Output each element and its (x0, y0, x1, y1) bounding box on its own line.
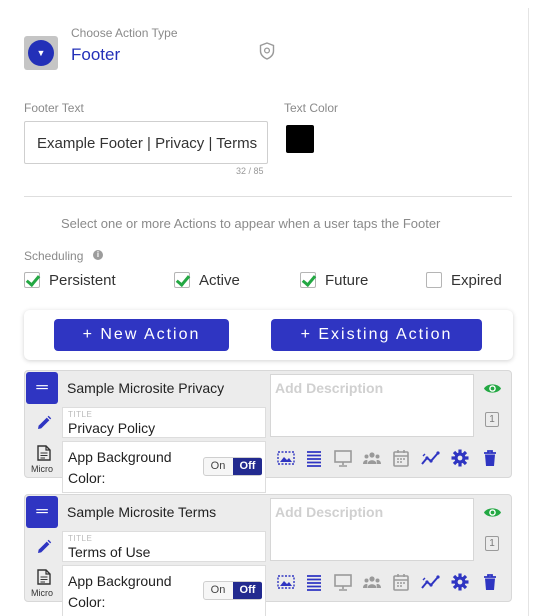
document-icon[interactable] (37, 569, 51, 585)
app-background-setting: App Background Color: On Off (62, 565, 266, 616)
panel-divider (528, 8, 529, 616)
users-icon[interactable] (362, 572, 382, 592)
scheduling-label: Scheduling (24, 249, 84, 263)
order-number[interactable]: 1 (485, 412, 499, 427)
background-color-toggle[interactable]: On Off (203, 457, 262, 476)
checkbox-expired[interactable]: Expired (426, 271, 502, 289)
shield-icon[interactable] (259, 42, 275, 60)
eye-icon[interactable] (483, 506, 502, 519)
drag-handle-icon[interactable]: ═ (26, 372, 58, 404)
image-icon[interactable] (276, 448, 296, 468)
checkbox-label: Persistent (49, 271, 116, 289)
micro-label: Micro (31, 588, 53, 598)
toggle-on[interactable]: On (204, 582, 232, 599)
title-field[interactable]: TITLE Privacy Policy (62, 407, 266, 438)
image-icon[interactable] (276, 572, 296, 592)
description-field[interactable]: Add Description (270, 374, 474, 437)
calendar-icon[interactable] (391, 572, 411, 592)
calendar-icon[interactable] (391, 448, 411, 468)
footer-text-input[interactable]: Example Footer | Privacy | Terms (24, 121, 268, 164)
trash-icon[interactable] (480, 448, 500, 468)
checkbox-future[interactable]: Future (300, 271, 368, 289)
action-button-bar: + New Action + Existing Action (24, 310, 513, 360)
app-background-label: App Background Color: (68, 573, 172, 610)
list-icon[interactable] (304, 448, 324, 468)
card-name: Sample Microsite Terms (67, 504, 217, 520)
action-type-value[interactable]: Footer (71, 45, 120, 65)
card-toolbar (276, 572, 506, 592)
list-icon[interactable] (304, 572, 324, 592)
text-color-swatch[interactable] (286, 125, 314, 153)
checkbox-label: Expired (451, 271, 502, 289)
info-icon[interactable]: i (93, 250, 103, 260)
monitor-icon[interactable] (333, 448, 353, 468)
gear-icon[interactable] (450, 448, 470, 468)
analytics-icon[interactable] (420, 448, 440, 468)
description-field[interactable]: Add Description (270, 498, 474, 561)
text-color-label: Text Color (284, 101, 339, 115)
footer-text-label: Footer Text (24, 101, 84, 115)
checkbox-label: Future (325, 271, 369, 289)
action-type-label: Choose Action Type (71, 26, 178, 40)
users-icon[interactable] (362, 448, 382, 468)
title-field-value: Privacy Policy (68, 420, 156, 436)
check-icon[interactable] (174, 272, 190, 288)
divider (24, 196, 512, 197)
pencil-icon[interactable] (36, 539, 52, 555)
background-color-toggle[interactable]: On Off (203, 581, 262, 600)
checkbox-active[interactable]: Active (174, 271, 240, 289)
order-number[interactable]: 1 (485, 536, 499, 551)
action-card: ═ Sample Microsite Terms Micro TITLE Ter… (24, 494, 512, 616)
action-card: ═ Sample Microsite Privacy Micro TITLE P… (24, 370, 512, 493)
app-background-label: App Background Color: (68, 449, 172, 486)
toggle-off[interactable]: Off (233, 458, 262, 475)
existing-action-button[interactable]: + Existing Action (271, 319, 482, 351)
pencil-icon[interactable] (36, 415, 52, 431)
gear-icon[interactable] (450, 572, 470, 592)
title-field-value: Terms of Use (68, 544, 151, 560)
checkbox-box[interactable] (426, 272, 442, 288)
toggle-off[interactable]: Off (233, 582, 262, 599)
chevron-down-icon: ▼ (28, 40, 54, 66)
title-field-label: TITLE (68, 410, 93, 419)
app-background-setting: App Background Color: On Off (62, 441, 266, 493)
trash-icon[interactable] (480, 572, 500, 592)
action-type-icon[interactable]: ▼ (24, 36, 58, 70)
eye-icon[interactable] (483, 382, 502, 395)
micro-label: Micro (31, 464, 53, 474)
title-field-label: TITLE (68, 534, 93, 543)
checkbox-persistent[interactable]: Persistent (24, 271, 116, 289)
card-toolbar (276, 448, 506, 468)
analytics-icon[interactable] (420, 572, 440, 592)
document-icon[interactable] (37, 445, 51, 461)
checkbox-label: Active (199, 271, 240, 289)
monitor-icon[interactable] (333, 572, 353, 592)
check-icon[interactable] (24, 272, 40, 288)
new-action-button[interactable]: + New Action (54, 319, 229, 351)
title-field[interactable]: TITLE Terms of Use (62, 531, 266, 562)
helper-text: Select one or more Actions to appear whe… (61, 216, 441, 231)
drag-handle-icon[interactable]: ═ (26, 496, 58, 528)
check-icon[interactable] (300, 272, 316, 288)
char-counter: 32 / 85 (236, 166, 264, 176)
card-name: Sample Microsite Privacy (67, 380, 225, 396)
toggle-on[interactable]: On (204, 458, 232, 475)
